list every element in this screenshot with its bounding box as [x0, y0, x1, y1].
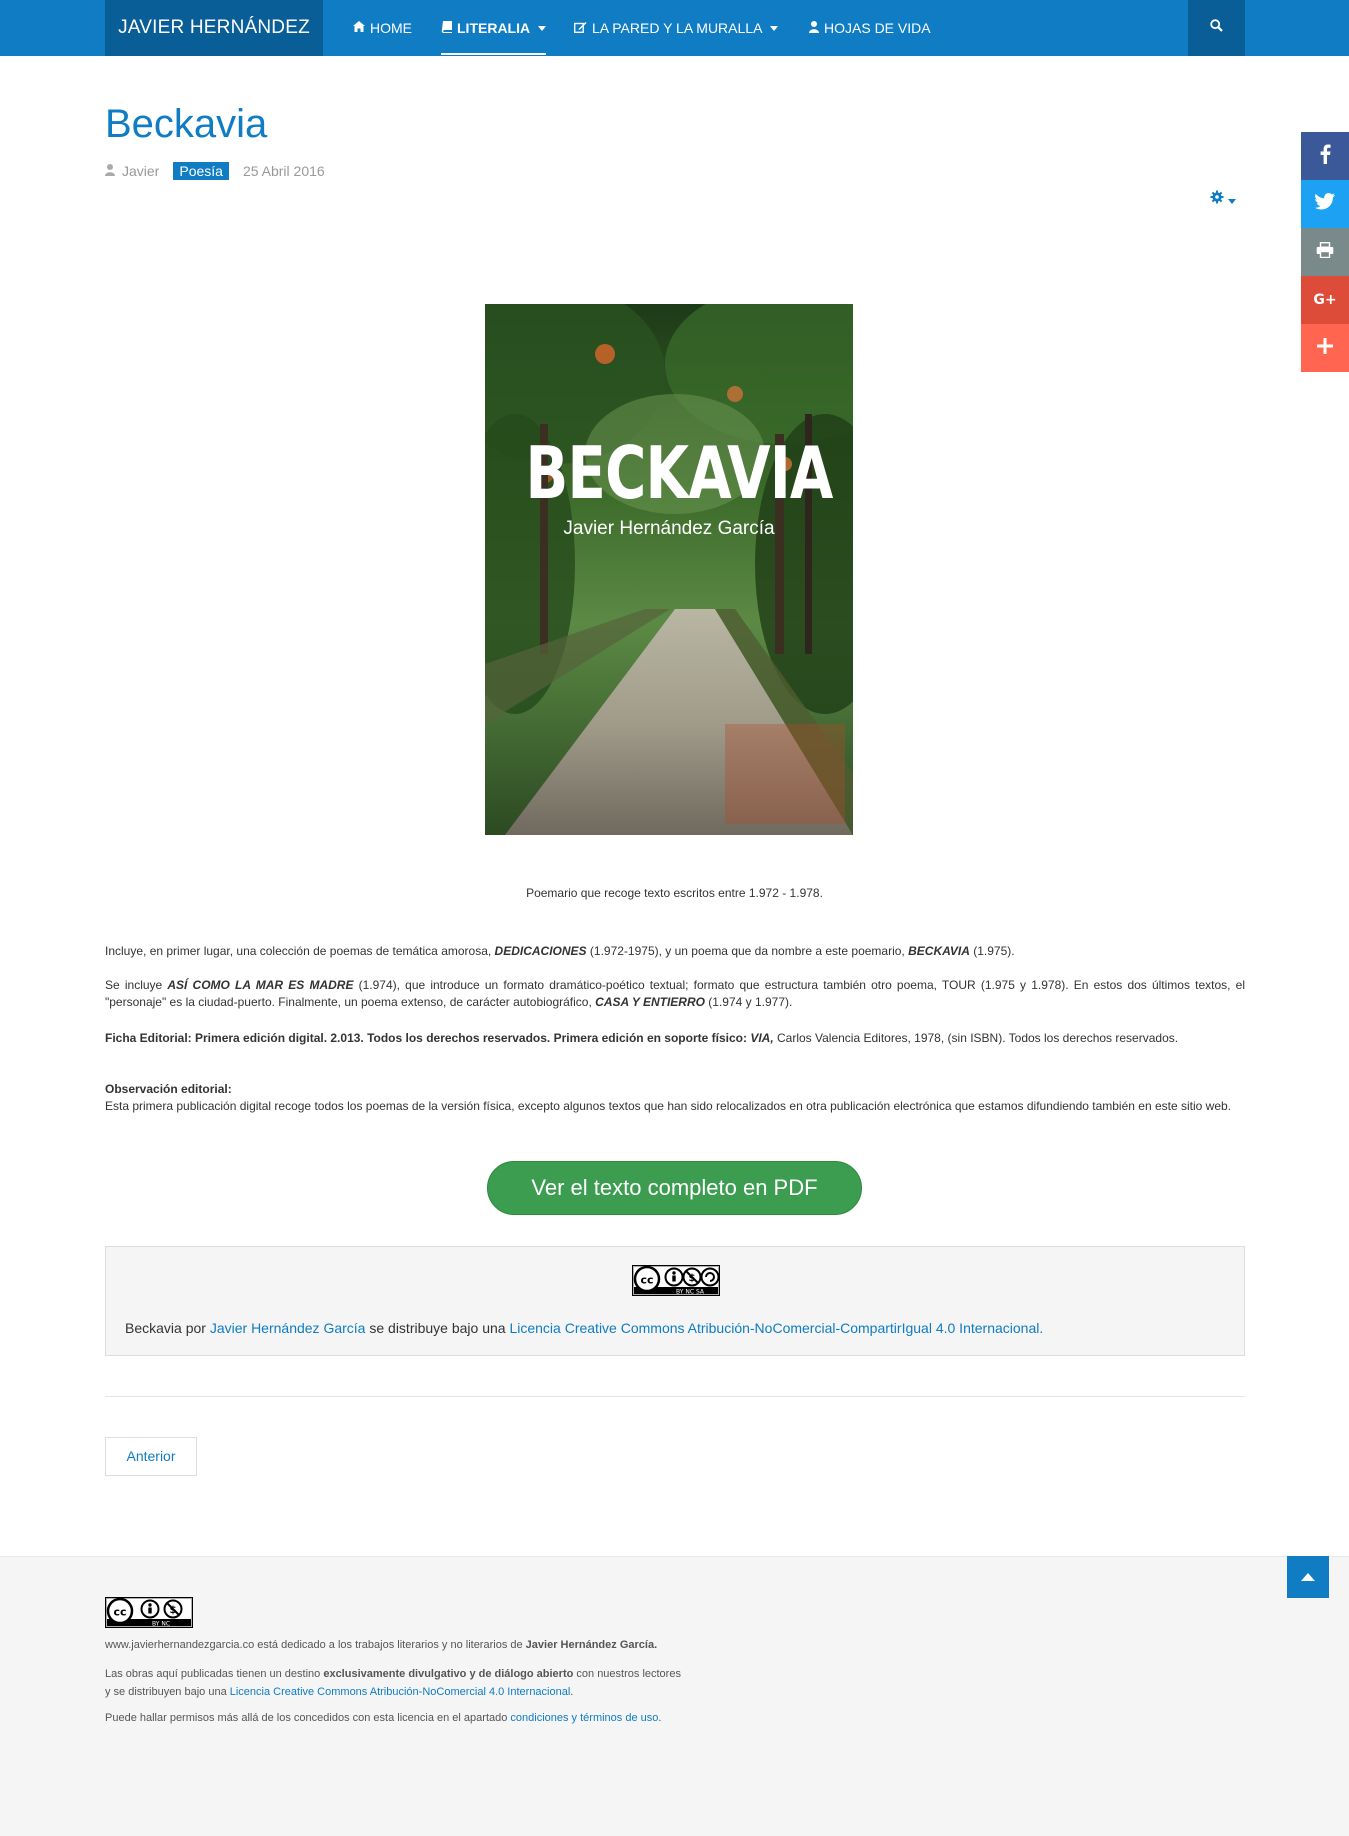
chevron-down-icon: [538, 25, 547, 31]
site-brand[interactable]: JAVIER HERNÁNDEZ: [105, 0, 323, 56]
cc-badge-text: BY NC: [152, 1621, 170, 1628]
facebook-icon: [1320, 144, 1331, 169]
footer-emphasis: exclusivamente divulgativo y de diálogo …: [323, 1668, 574, 1680]
footer-license-link[interactable]: Licencia Creative Commons Atribución-NoC…: [230, 1686, 571, 1698]
user-icon: [105, 163, 115, 179]
cover-caption: Poemario que recoge texto escritos entre…: [526, 886, 823, 900]
paragraph-observacion: Observación editorial: Esta primera publ…: [105, 1081, 1245, 1115]
text-span: y se distribuyen bajo una: [105, 1686, 230, 1698]
license-box: cc $ BY NC SA Beckavia por Javier Hernán…: [105, 1246, 1245, 1356]
facebook-share-button[interactable]: [1301, 132, 1349, 180]
emphasis-casa-y-entierro: CASA Y ENTIERRO: [595, 995, 705, 1009]
article-tools-button[interactable]: [1210, 190, 1236, 209]
terms-link[interactable]: condiciones y términos de uso: [510, 1712, 658, 1724]
text-span: www.javierhernandezgarcia.co está dedica…: [105, 1639, 526, 1651]
back-to-top-button[interactable]: [1287, 1556, 1329, 1598]
paragraph-includes: Incluye, en primer lugar, una colección …: [105, 943, 1245, 960]
book-cover-image: BECKAVIA Javier Hernández García: [485, 304, 853, 835]
license-work-title: Beckavia: [125, 1320, 182, 1336]
author-link[interactable]: Javier Hernández García: [210, 1320, 366, 1336]
text-span: se distribuye bajo una: [365, 1320, 510, 1336]
article-meta: Javier Poesía 25 Abril 2016: [105, 161, 325, 181]
chevron-down-icon: [1228, 191, 1236, 209]
view-pdf-button[interactable]: Ver el texto completo en PDF: [487, 1161, 862, 1215]
article-date: 25 Abril 2016: [242, 163, 325, 179]
text-span: (1.975).: [969, 944, 1015, 958]
nav-item-hojas-de-vida[interactable]: HOJAS DE VIDA: [809, 0, 931, 56]
user-icon: [809, 20, 819, 36]
emphasis-mar-es-madre: ASÍ COMO LA MAR ES MADRE: [167, 978, 354, 992]
article-author: Javier: [122, 163, 160, 179]
nav-item-literalia[interactable]: LITERALIA: [441, 0, 547, 56]
nav-item-label: LA PARED Y LA MURALLA: [592, 20, 763, 36]
text-span: Se incluye: [105, 978, 168, 992]
footer-license-note: Las obras aquí publicadas tienen un dest…: [105, 1665, 681, 1701]
text-span: Incluye, en primer lugar, una colección …: [105, 944, 495, 958]
license-text: Beckavia por Javier Hernández García se …: [125, 1320, 1043, 1336]
footer-permissions: Puede hallar permisos más allá de los co…: [105, 1712, 661, 1724]
cover-title: BECKAVIA: [525, 431, 833, 515]
search-icon: [1210, 19, 1223, 37]
paragraph-mar-es-madre: Se incluye ASÍ COMO LA MAR ES MADRE (1.9…: [105, 977, 1245, 1011]
license-link[interactable]: Licencia Creative Commons Atribución-NoC…: [509, 1320, 1043, 1336]
text-span: (1.974 y 1.977).: [704, 995, 793, 1009]
active-indicator: [441, 53, 547, 55]
category-badge[interactable]: Poesía: [173, 162, 229, 180]
site-footer: cc $ BY NC www.javierhernandezgarcia.co …: [0, 1556, 1349, 1836]
social-share-bar: G+: [1301, 132, 1349, 372]
nav-item-home[interactable]: HOME: [353, 0, 412, 56]
search-button[interactable]: [1188, 0, 1245, 56]
observacion-title: Observación editorial:: [105, 1082, 232, 1096]
emphasis-via: VIA,: [750, 1031, 774, 1045]
cc-license-badge[interactable]: cc $ BY NC SA: [632, 1265, 720, 1301]
text-span: .: [570, 1686, 574, 1698]
twitter-icon: [1314, 193, 1335, 215]
text-span: por: [181, 1320, 210, 1336]
print-icon: [1316, 241, 1334, 263]
gear-icon: [1210, 190, 1224, 209]
text-span: Puede hallar permisos más allá de los co…: [105, 1712, 511, 1724]
chevron-up-icon: [1301, 1568, 1315, 1586]
text-span: .: [658, 1712, 662, 1724]
text-span: Las obras aquí publicadas tienen un dest…: [105, 1668, 324, 1680]
book-icon: [441, 20, 452, 36]
twitter-share-button[interactable]: [1301, 180, 1349, 228]
footer-author-name: Javier Hernández García.: [525, 1639, 658, 1651]
text-span: Carlos Valencia Editores, 1978, (sin ISB…: [773, 1031, 1179, 1045]
svg-text:cc: cc: [113, 1606, 126, 1619]
text-span: (1.972-1975), y un poema que da nombre a…: [586, 944, 909, 958]
edit-icon: [573, 21, 587, 36]
nav-item-label: HOME: [370, 20, 412, 36]
add-icon: [1317, 337, 1333, 359]
google-plus-icon: G+: [1313, 292, 1337, 308]
previous-article-button[interactable]: Anterior: [105, 1437, 197, 1476]
print-button[interactable]: [1301, 228, 1349, 276]
nav-item-label: LITERALIA: [457, 20, 531, 36]
observacion-text: Esta primera publicación digital recoge …: [105, 1099, 1232, 1113]
divider: [105, 1396, 1245, 1397]
ficha-editorial-bold: Ficha Editorial: Primera edición digital…: [105, 1031, 751, 1045]
footer-about: www.javierhernandezgarcia.co está dedica…: [105, 1639, 657, 1651]
more-share-button[interactable]: [1301, 324, 1349, 372]
emphasis-dedicaciones: DEDICACIONES: [494, 944, 587, 958]
chevron-down-icon: [770, 25, 779, 31]
paragraph-ficha-editorial: Ficha Editorial: Primera edición digital…: [105, 1030, 1245, 1047]
emphasis-beckavia: BECKAVIA: [908, 944, 970, 958]
nav-item-label: HOJAS DE VIDA: [824, 20, 931, 36]
cover-author: Javier Hernández García: [563, 518, 775, 539]
page-title: Beckavia: [105, 102, 268, 146]
google-plus-share-button[interactable]: G+: [1301, 276, 1349, 324]
cc-badge-text: BY NC SA: [676, 1289, 705, 1296]
svg-text:cc: cc: [640, 1274, 653, 1287]
top-navbar: JAVIER HERNÁNDEZ HOME LITERALIA LA PARED…: [0, 0, 1349, 56]
cc-footer-badge[interactable]: cc $ BY NC: [105, 1597, 193, 1633]
nav-item-la-pared[interactable]: LA PARED Y LA MURALLA: [573, 0, 779, 56]
text-span: con nuestros lectores: [573, 1668, 681, 1680]
home-icon: [353, 21, 365, 35]
